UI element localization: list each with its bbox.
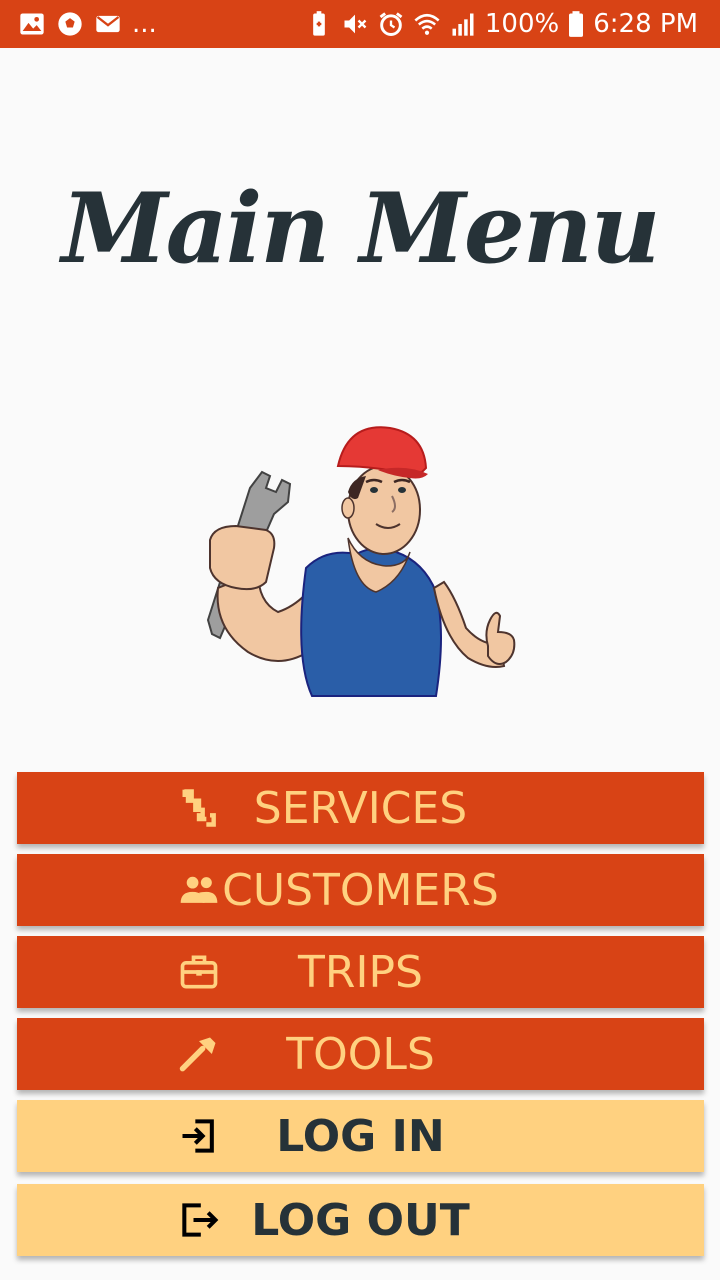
- wifi-icon: [413, 10, 441, 38]
- mechanic-illustration: [188, 418, 524, 710]
- battery-icon: [567, 10, 585, 38]
- tools-button[interactable]: TOOLS: [17, 1018, 704, 1090]
- notification-overflow: ...: [132, 9, 157, 39]
- trips-button[interactable]: TRIPS: [17, 936, 704, 1008]
- battery-percent: 100%: [484, 9, 560, 39]
- page-title: Main Menu: [61, 172, 660, 285]
- status-bar: ... 100% 6:28 PM: [0, 0, 720, 48]
- status-bar-notifications: ...: [18, 8, 157, 40]
- mute-icon: [341, 10, 369, 38]
- trips-label: TRIPS: [298, 947, 423, 998]
- mail-icon: [94, 10, 122, 38]
- customers-label: CUSTOMERS: [222, 865, 499, 916]
- signal-icon: [449, 10, 477, 38]
- logout-label: LOG OUT: [251, 1195, 470, 1246]
- tools-label: TOOLS: [286, 1029, 435, 1080]
- login-label: LOG IN: [276, 1111, 445, 1162]
- customers-button[interactable]: CUSTOMERS: [17, 854, 704, 926]
- alarm-icon: [377, 10, 405, 38]
- services-label: SERVICES: [253, 783, 468, 834]
- login-button[interactable]: LOG IN: [17, 1100, 704, 1172]
- battery-saver-icon: [305, 10, 333, 38]
- status-bar-system: 100% 6:28 PM: [305, 8, 698, 40]
- gallery-icon: [18, 10, 46, 38]
- services-button[interactable]: SERVICES: [17, 772, 704, 844]
- logout-button[interactable]: LOG OUT: [17, 1184, 704, 1256]
- soccer-ball-icon: [56, 10, 84, 38]
- clock: 6:28 PM: [593, 9, 698, 39]
